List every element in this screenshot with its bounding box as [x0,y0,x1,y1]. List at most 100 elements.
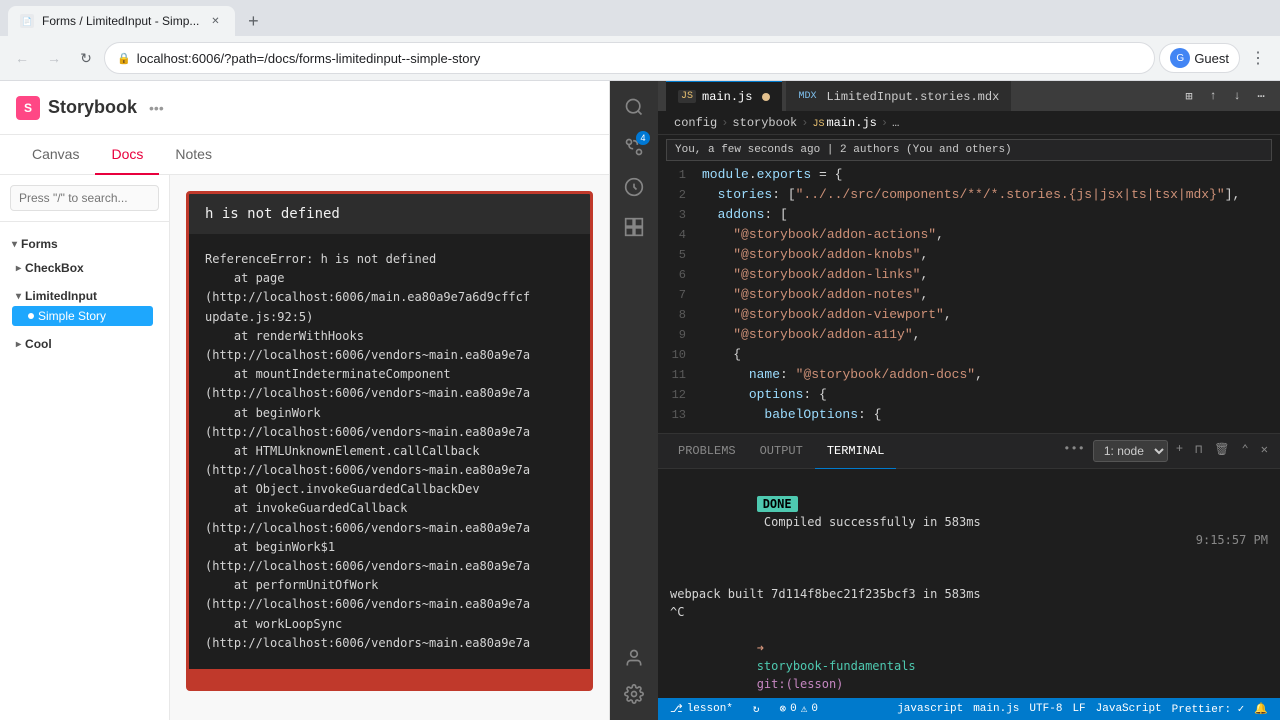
warning-icon: ⚠ [801,702,808,716]
terminal-tabs: PROBLEMS OUTPUT TERMINAL ••• 1: node + ⊓… [658,434,1280,469]
previous-change-button[interactable]: ↑ [1202,85,1224,107]
active-tab[interactable]: 📄 Forms / LimitedInput - Simp... ✕ [8,6,235,36]
lock-icon: 🔒 [117,52,131,65]
editor-line: 5 "@storybook/addon-knobs", [658,245,1280,265]
error-title: h is not defined [189,194,590,234]
vscode-terminal: PROBLEMS OUTPUT TERMINAL ••• 1: node + ⊓… [658,433,1280,698]
trash-terminal-button[interactable]: 🗑 [1210,440,1233,462]
storybook-preview: h is not defined ReferenceError: h is no… [170,175,609,720]
split-terminal-button[interactable]: ⊓ [1191,440,1206,462]
editor-line: 12 options: { [658,385,1280,405]
editor-line: 8 "@storybook/addon-viewport", [658,305,1280,325]
tab-docs[interactable]: Docs [95,135,159,175]
profile-button[interactable]: G Guest [1159,43,1240,73]
status-encoding[interactable]: UTF-8 [1025,702,1066,716]
more-panels-button[interactable]: ••• [1059,440,1089,462]
terminal-line: DONE Compiled successfully in 583ms 9:15… [670,477,1268,567]
more-options-button[interactable]: ⋯ [1250,85,1272,107]
activity-search-icon[interactable] [616,89,652,125]
code-editor[interactable]: 1 module.exports = { 2 stories: ["../../… [658,165,1280,433]
reload-button[interactable]: ↻ [72,44,100,72]
group-checkbox-header[interactable]: ▸ CheckBox [12,258,153,278]
editor-line: 9 "@storybook/addon-a11y", [658,325,1280,345]
editor-line: 3 addons: [ [658,205,1280,225]
next-change-button[interactable]: ↓ [1226,85,1248,107]
close-panel-button[interactable]: ✕ [1257,440,1272,462]
address-bar[interactable]: 🔒 localhost:6006/?path=/docs/forms-limit… [104,42,1155,74]
formatter-status: Prettier: ✓ [1172,702,1245,716]
error-container: h is not defined ReferenceError: h is no… [186,191,593,691]
tab-canvas[interactable]: Canvas [16,135,95,175]
maximize-panel-button[interactable]: ⌃ [1238,440,1253,462]
terminal-tab[interactable]: TERMINAL [815,434,897,469]
group-limitedinput: ▾ LimitedInput Simple Story [8,282,161,330]
status-branch[interactable]: ⎇ lesson* [666,702,737,716]
activity-bottom [616,640,652,712]
storybook-menu-button[interactable]: ••• [149,100,164,116]
group-cool-header[interactable]: ▸ Cool [12,334,153,354]
activity-account-icon[interactable] [616,640,652,676]
status-notifications[interactable]: 🔔 [1250,702,1272,716]
bc-ellipsis[interactable]: … [892,116,899,130]
group-forms-label: Forms [21,237,58,251]
status-lang-mode[interactable]: JavaScript [1092,702,1166,716]
url-text: localhost:6006/?path=/docs/forms-limited… [137,51,481,66]
chevron-right-icon-2: ▸ [16,339,21,350]
terminal-selector[interactable]: 1: node [1093,440,1168,462]
source-control-badge: 4 [636,131,650,145]
bc-storybook[interactable]: storybook [732,116,797,130]
tab-title: Forms / LimitedInput - Simp... [42,14,199,28]
status-language[interactable]: javascript [893,702,967,716]
activity-settings-icon[interactable] [616,676,652,712]
new-tab-button[interactable]: + [239,7,267,35]
bc-mainjs[interactable]: JSmain.js [812,116,876,130]
tab-favicon: 📄 [20,14,34,28]
encoding-value: UTF-8 [1029,703,1062,715]
editor-tab-limitedinput-stories[interactable]: MDX LimitedInput.stories.mdx [786,81,1011,111]
vscode-titlebar: JS main.js MDX LimitedInput.stories.mdx … [658,81,1280,111]
group-limitedinput-header[interactable]: ▾ LimitedInput [12,286,153,306]
terminal-tab-actions: ••• 1: node + ⊓ 🗑 ⌃ ✕ [1059,440,1272,462]
back-button[interactable]: ← [8,44,36,72]
terminal-line: webpack built 7d114f8bec21f235bcf3 in 58… [670,585,1268,603]
add-terminal-button[interactable]: + [1172,440,1187,462]
group-checkbox: ▸ CheckBox [8,254,161,282]
error-body: ReferenceError: h is not defined at page… [189,234,590,669]
split-editor-button[interactable]: ⊞ [1178,85,1200,107]
git-blame-tooltip: You, a few seconds ago | 2 authors (You … [666,139,1272,161]
editor-tab-main-js[interactable]: JS main.js [666,81,782,111]
vscode-panel: JS main.js MDX LimitedInput.stories.mdx … [658,81,1280,720]
component-tree: ▾ Forms ▸ CheckBox [0,222,169,370]
storybook-nav-tabs: Canvas Docs Notes [0,135,609,175]
tab-close-btn[interactable]: ✕ [207,13,223,29]
status-formatter[interactable]: Prettier: ✓ [1168,702,1249,716]
bc-config[interactable]: config [674,116,717,130]
status-errors[interactable]: ⊗ 0 ⚠ 0 [776,702,822,716]
tab-stories-label: LimitedInput.stories.mdx [826,90,999,104]
activity-extensions-icon[interactable] [616,209,652,245]
forward-button[interactable]: → [40,44,68,72]
checkbox-label: CheckBox [25,261,84,275]
group-forms-header[interactable]: ▾ Forms [8,234,161,254]
limitedinput-label: LimitedInput [25,289,97,303]
sidebar-item-simple-story[interactable]: Simple Story [12,306,153,326]
status-line-ending[interactable]: LF [1068,702,1089,716]
statusbar-right: javascript main.js UTF-8 LF JavaScript [893,702,1272,716]
tab-notes[interactable]: Notes [159,135,228,175]
terminal-body: DONE Compiled successfully in 583ms 9:15… [658,469,1280,698]
terminal-prompt-line: ➜ storybook-fundamentals git:(lesson) ✗ … [670,621,1268,698]
editor-lines: 1 module.exports = { 2 stories: ["../../… [658,165,1280,425]
status-file[interactable]: main.js [969,702,1023,716]
simple-story-label: Simple Story [38,309,106,323]
activity-source-control-icon[interactable]: 4 [616,129,652,165]
item-dot-icon [28,313,34,319]
language-name: javascript [897,703,963,715]
activity-debug-icon[interactable] [616,169,652,205]
search-input[interactable] [10,185,159,211]
browser-menu-button[interactable]: ⋮ [1244,44,1272,72]
browser-chrome: 📄 Forms / LimitedInput - Simp... ✕ + ← →… [0,0,1280,81]
status-sync[interactable]: ↻ [749,702,764,716]
problems-tab[interactable]: PROBLEMS [666,434,748,469]
editor-line: 6 "@storybook/addon-links", [658,265,1280,285]
output-tab[interactable]: OUTPUT [748,434,815,469]
